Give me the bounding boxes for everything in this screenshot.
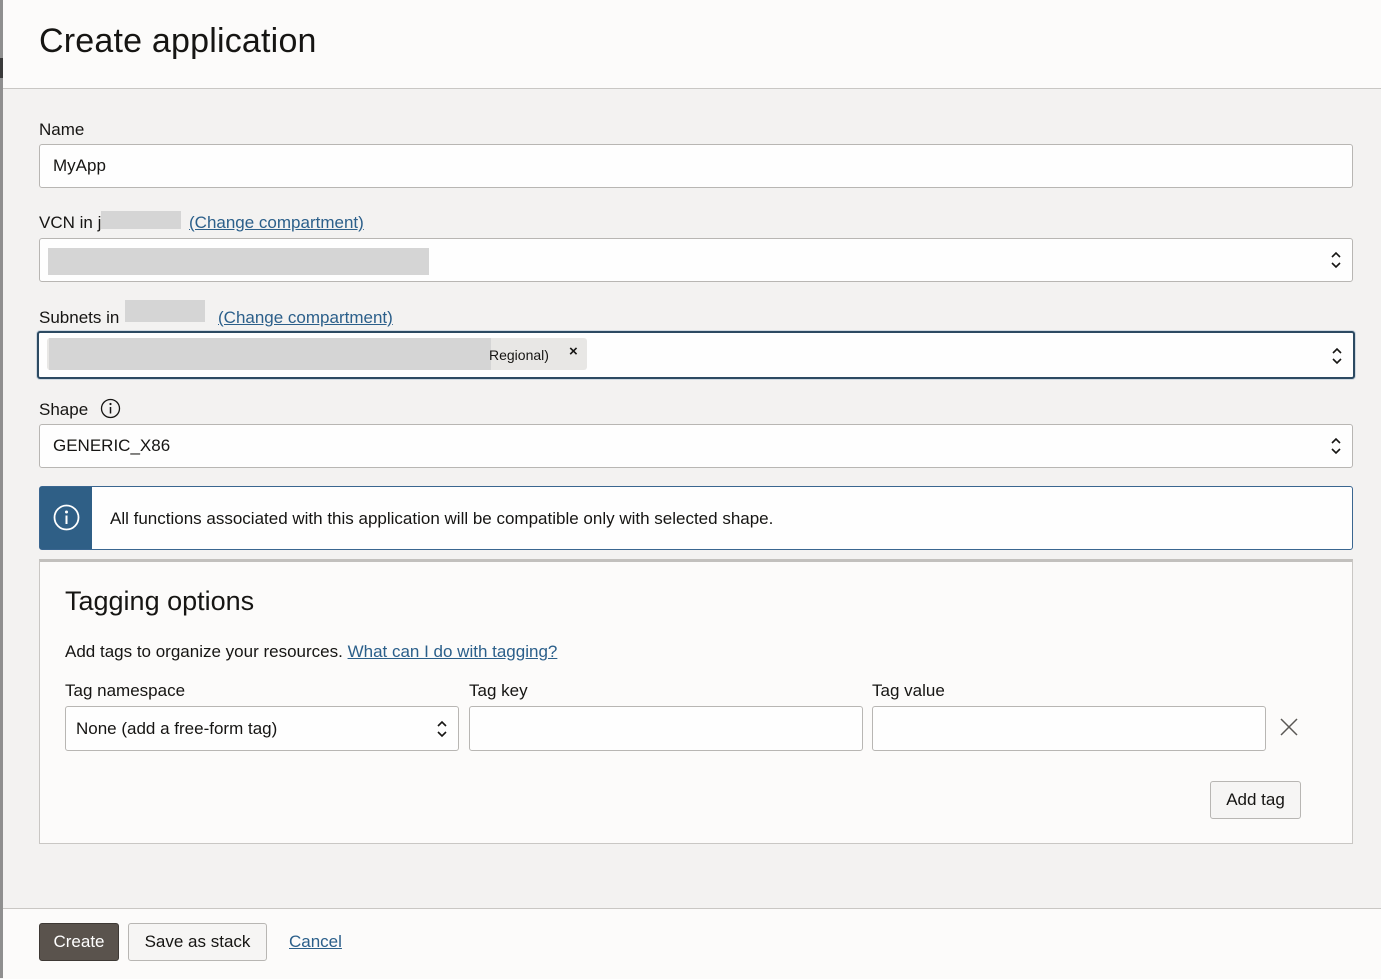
shape-label: Shape bbox=[39, 400, 89, 419]
tagging-description: Add tags to organize your resources. bbox=[65, 642, 343, 661]
updown-chevron-icon bbox=[1331, 437, 1341, 455]
info-banner-bar bbox=[40, 487, 92, 549]
vcn-label-group: VCN in j bbox=[39, 213, 101, 233]
vcn-label: VCN in bbox=[39, 213, 93, 232]
tag-namespace-value: None (add a free-form tag) bbox=[76, 719, 278, 738]
shape-select[interactable]: GENERIC_X86 bbox=[39, 424, 1353, 468]
updown-chevron-icon bbox=[1331, 251, 1341, 269]
shape-value: GENERIC_X86 bbox=[53, 436, 171, 455]
info-icon[interactable] bbox=[100, 398, 121, 419]
info-message: All functions associated with this appli… bbox=[110, 509, 774, 528]
tagging-description-row: Add tags to organize your resources. Wha… bbox=[65, 642, 557, 662]
vcn-value-redacted bbox=[48, 248, 429, 275]
tag-namespace-label: Tag namespace bbox=[65, 681, 186, 700]
info-banner: All functions associated with this appli… bbox=[39, 486, 1353, 550]
add-tag-button[interactable]: Add tag bbox=[1210, 781, 1301, 819]
cancel-link[interactable]: Cancel bbox=[289, 932, 342, 952]
subnets-label: Subnets in bbox=[39, 308, 120, 327]
tag-key-input[interactable] bbox=[469, 706, 863, 751]
tag-value-label: Tag value bbox=[872, 681, 945, 700]
subnet-chip: Regional) × bbox=[47, 338, 587, 370]
tag-value-input[interactable] bbox=[872, 706, 1266, 751]
subnet-chip-text: Regional) bbox=[489, 347, 549, 363]
name-label: Name bbox=[39, 120, 85, 139]
create-button[interactable]: Create bbox=[39, 923, 119, 961]
vcn-select[interactable] bbox=[39, 238, 1353, 282]
dialog-header: Create application bbox=[3, 0, 1381, 89]
vcn-change-compartment-link[interactable]: (Change compartment) bbox=[189, 213, 364, 233]
tag-namespace-select[interactable]: None (add a free-form tag) bbox=[65, 706, 459, 751]
page-title: Create application bbox=[39, 22, 317, 60]
subnets-multiselect[interactable]: Regional) × bbox=[37, 331, 1355, 379]
updown-chevron-icon bbox=[1332, 347, 1342, 365]
subnet-chip-remove-icon[interactable]: × bbox=[569, 343, 578, 360]
updown-chevron-icon bbox=[437, 720, 447, 738]
tagging-title: Tagging options bbox=[65, 586, 255, 616]
name-field-box bbox=[39, 144, 1353, 188]
remove-tag-close-icon[interactable] bbox=[1280, 718, 1298, 736]
subnets-change-compartment-link[interactable]: (Change compartment) bbox=[218, 308, 393, 328]
tagging-options-panel: Tagging options Add tags to organize you… bbox=[39, 559, 1353, 844]
vcn-compartment-redacted bbox=[101, 211, 181, 229]
tagging-help-link[interactable]: What can I do with tagging? bbox=[348, 642, 558, 661]
save-as-stack-button[interactable]: Save as stack bbox=[128, 923, 267, 961]
subnets-compartment-redacted bbox=[125, 300, 205, 322]
subnet-name-redacted bbox=[49, 338, 491, 370]
left-window-edge bbox=[0, 0, 3, 978]
name-input[interactable] bbox=[53, 145, 1333, 187]
tag-key-label: Tag key bbox=[469, 681, 528, 700]
info-circle-icon bbox=[53, 504, 80, 531]
dialog-footer: Create Save as stack Cancel bbox=[3, 908, 1381, 979]
